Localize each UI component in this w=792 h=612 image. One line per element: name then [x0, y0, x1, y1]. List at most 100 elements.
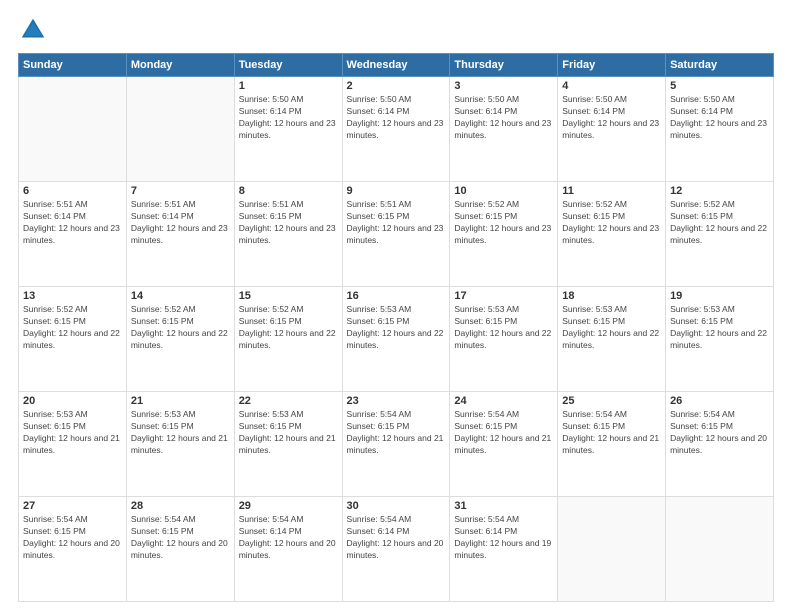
calendar-cell — [126, 77, 234, 182]
day-info: Sunrise: 5:50 AM Sunset: 6:14 PM Dayligh… — [347, 94, 446, 142]
day-number: 20 — [23, 395, 122, 407]
day-number: 10 — [454, 185, 553, 197]
day-number: 1 — [239, 80, 338, 92]
day-info: Sunrise: 5:54 AM Sunset: 6:15 PM Dayligh… — [670, 409, 769, 457]
header — [18, 15, 774, 45]
day-number: 4 — [562, 80, 661, 92]
calendar-cell: 24 Sunrise: 5:54 AM Sunset: 6:15 PM Dayli… — [450, 392, 558, 497]
day-info: Sunrise: 5:54 AM Sunset: 6:15 PM Dayligh… — [562, 409, 661, 457]
calendar-cell: 18 Sunrise: 5:53 AM Sunset: 6:15 PM Dayli… — [558, 287, 666, 392]
day-number: 16 — [347, 290, 446, 302]
day-number: 31 — [454, 500, 553, 512]
day-info: Sunrise: 5:53 AM Sunset: 6:15 PM Dayligh… — [23, 409, 122, 457]
day-info: Sunrise: 5:50 AM Sunset: 6:14 PM Dayligh… — [562, 94, 661, 142]
calendar-cell: 1 Sunrise: 5:50 AM Sunset: 6:14 PM Daylig… — [234, 77, 342, 182]
day-info: Sunrise: 5:51 AM Sunset: 6:15 PM Dayligh… — [347, 199, 446, 247]
day-info: Sunrise: 5:52 AM Sunset: 6:15 PM Dayligh… — [562, 199, 661, 247]
calendar-cell — [19, 77, 127, 182]
weekday-header-wednesday: Wednesday — [342, 54, 450, 77]
day-info: Sunrise: 5:54 AM Sunset: 6:14 PM Dayligh… — [454, 514, 553, 562]
day-number: 7 — [131, 185, 230, 197]
weekday-header-friday: Friday — [558, 54, 666, 77]
calendar-cell: 5Sunrise: 5:50 AM Sunset: 6:14 PM Daylig… — [666, 77, 774, 182]
day-number: 13 — [23, 290, 122, 302]
calendar-table: SundayMondayTuesdayWednesdayThursdayFrid… — [18, 53, 774, 602]
calendar-cell: 30Sunrise: 5:54 AM Sunset: 6:14 PM Dayli… — [342, 497, 450, 602]
calendar-cell: 9 Sunrise: 5:51 AM Sunset: 6:15 PM Daylig… — [342, 182, 450, 287]
calendar-cell: 17 Sunrise: 5:53 AM Sunset: 6:15 PM Dayli… — [450, 287, 558, 392]
day-info: Sunrise: 5:50 AM Sunset: 6:14 PM Dayligh… — [239, 94, 338, 142]
day-info: Sunrise: 5:54 AM Sunset: 6:14 PM Dayligh… — [239, 514, 338, 562]
day-info: Sunrise: 5:52 AM Sunset: 6:15 PM Dayligh… — [23, 304, 122, 352]
day-info: Sunrise: 5:53 AM Sunset: 6:15 PM Dayligh… — [562, 304, 661, 352]
calendar-cell: 21Sunrise: 5:53 AM Sunset: 6:15 PM Dayli… — [126, 392, 234, 497]
calendar-cell: 13 Sunrise: 5:52 AM Sunset: 6:15 PM Dayli… — [19, 287, 127, 392]
day-number: 5 — [670, 80, 769, 92]
calendar-cell: 3 Sunrise: 5:50 AM Sunset: 6:14 PM Daylig… — [450, 77, 558, 182]
day-number: 11 — [562, 185, 661, 197]
calendar-cell — [558, 497, 666, 602]
calendar-cell: 4 Sunrise: 5:50 AM Sunset: 6:14 PM Daylig… — [558, 77, 666, 182]
calendar-cell: 29 Sunrise: 5:54 AM Sunset: 6:14 PM Dayli… — [234, 497, 342, 602]
day-info: Sunrise: 5:54 AM Sunset: 6:15 PM Dayligh… — [131, 514, 230, 562]
calendar-cell: 12 Sunrise: 5:52 AM Sunset: 6:15 PM Dayli… — [666, 182, 774, 287]
calendar-cell: 22 Sunrise: 5:53 AM Sunset: 6:15 PM Dayli… — [234, 392, 342, 497]
logo-icon — [18, 15, 48, 45]
day-number: 27 — [23, 500, 122, 512]
day-number: 8 — [239, 185, 338, 197]
day-info: Sunrise: 5:51 AM Sunset: 6:14 PM Dayligh… — [23, 199, 122, 247]
weekday-header-row: SundayMondayTuesdayWednesdayThursdayFrid… — [19, 54, 774, 77]
calendar-cell: 8 Sunrise: 5:51 AM Sunset: 6:15 PM Daylig… — [234, 182, 342, 287]
day-info: Sunrise: 5:51 AM Sunset: 6:14 PM Dayligh… — [131, 199, 230, 247]
day-info: Sunrise: 5:52 AM Sunset: 6:15 PM Dayligh… — [131, 304, 230, 352]
calendar-cell: 28 Sunrise: 5:54 AM Sunset: 6:15 PM Dayli… — [126, 497, 234, 602]
calendar-cell: 2 Sunrise: 5:50 AM Sunset: 6:14 PM Daylig… — [342, 77, 450, 182]
weekday-header-tuesday: Tuesday — [234, 54, 342, 77]
day-number: 29 — [239, 500, 338, 512]
day-info: Sunrise: 5:53 AM Sunset: 6:15 PM Dayligh… — [670, 304, 769, 352]
day-number: 2 — [347, 80, 446, 92]
day-number: 17 — [454, 290, 553, 302]
calendar-cell: 10 Sunrise: 5:52 AM Sunset: 6:15 PM Dayli… — [450, 182, 558, 287]
calendar-cell: 26 Sunrise: 5:54 AM Sunset: 6:15 PM Dayli… — [666, 392, 774, 497]
day-number: 6 — [23, 185, 122, 197]
day-info: Sunrise: 5:52 AM Sunset: 6:15 PM Dayligh… — [454, 199, 553, 247]
day-number: 25 — [562, 395, 661, 407]
calendar-cell: 15 Sunrise: 5:52 AM Sunset: 6:15 PM Dayli… — [234, 287, 342, 392]
calendar-cell: 19Sunrise: 5:53 AM Sunset: 6:15 PM Dayli… — [666, 287, 774, 392]
day-info: Sunrise: 5:50 AM Sunset: 6:14 PM Dayligh… — [454, 94, 553, 142]
day-info: Sunrise: 5:54 AM Sunset: 6:15 PM Dayligh… — [454, 409, 553, 457]
day-number: 9 — [347, 185, 446, 197]
day-info: Sunrise: 5:51 AM Sunset: 6:15 PM Dayligh… — [239, 199, 338, 247]
logo — [18, 15, 52, 45]
day-info: Sunrise: 5:53 AM Sunset: 6:15 PM Dayligh… — [347, 304, 446, 352]
day-info: Sunrise: 5:52 AM Sunset: 6:15 PM Dayligh… — [670, 199, 769, 247]
day-info: Sunrise: 5:52 AM Sunset: 6:15 PM Dayligh… — [239, 304, 338, 352]
day-number: 21 — [131, 395, 230, 407]
calendar-week-row: 27 Sunrise: 5:54 AM Sunset: 6:15 PM Dayli… — [19, 497, 774, 602]
page: SundayMondayTuesdayWednesdayThursdayFrid… — [0, 0, 792, 612]
day-number: 28 — [131, 500, 230, 512]
day-number: 12 — [670, 185, 769, 197]
calendar-cell: 25 Sunrise: 5:54 AM Sunset: 6:15 PM Dayli… — [558, 392, 666, 497]
calendar-cell: 20 Sunrise: 5:53 AM Sunset: 6:15 PM Dayli… — [19, 392, 127, 497]
weekday-header-saturday: Saturday — [666, 54, 774, 77]
calendar-cell: 7 Sunrise: 5:51 AM Sunset: 6:14 PM Daylig… — [126, 182, 234, 287]
day-number: 14 — [131, 290, 230, 302]
day-number: 23 — [347, 395, 446, 407]
day-number: 18 — [562, 290, 661, 302]
day-number: 22 — [239, 395, 338, 407]
weekday-header-sunday: Sunday — [19, 54, 127, 77]
day-info: Sunrise: 5:53 AM Sunset: 6:15 PM Dayligh… — [454, 304, 553, 352]
day-number: 26 — [670, 395, 769, 407]
day-info: Sunrise: 5:53 AM Sunset: 6:15 PM Dayligh… — [239, 409, 338, 457]
calendar-cell: 16 Sunrise: 5:53 AM Sunset: 6:15 PM Dayli… — [342, 287, 450, 392]
day-number: 3 — [454, 80, 553, 92]
calendar-cell: 23Sunrise: 5:54 AM Sunset: 6:15 PM Dayli… — [342, 392, 450, 497]
day-number: 15 — [239, 290, 338, 302]
day-number: 24 — [454, 395, 553, 407]
calendar-cell: 11 Sunrise: 5:52 AM Sunset: 6:15 PM Dayli… — [558, 182, 666, 287]
calendar-week-row: 6 Sunrise: 5:51 AM Sunset: 6:14 PM Daylig… — [19, 182, 774, 287]
calendar-cell: 27 Sunrise: 5:54 AM Sunset: 6:15 PM Dayli… — [19, 497, 127, 602]
day-info: Sunrise: 5:54 AM Sunset: 6:15 PM Dayligh… — [23, 514, 122, 562]
